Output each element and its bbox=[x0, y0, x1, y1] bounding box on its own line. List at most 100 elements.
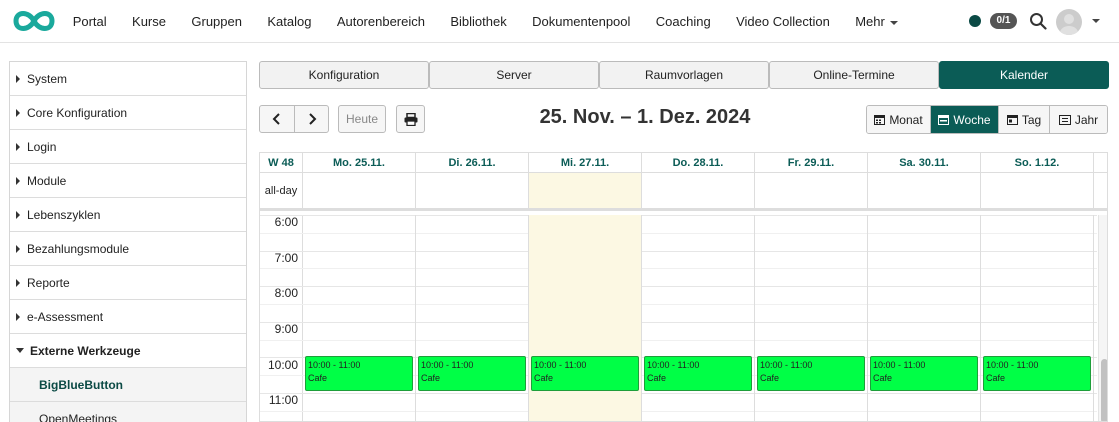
week-calendar: W 48 Mo. 25.11. Di. 26.11. Mi. 27.11. Do… bbox=[259, 152, 1108, 422]
chevron-right-icon bbox=[308, 113, 316, 125]
tab-online-termine[interactable]: Online-Termine bbox=[769, 61, 939, 89]
sidebar-item-e-assessment[interactable]: e-Assessment bbox=[10, 300, 246, 334]
event-title: Cafe bbox=[986, 373, 1006, 383]
time-label: 10:00 bbox=[267, 358, 298, 372]
calendar-event[interactable]: 10:00 - 11:00 Cafe bbox=[870, 356, 978, 391]
time-grid[interactable]: 6:00 7:00 8:00 9:00 10:00 11:00 10:00 - … bbox=[260, 215, 1097, 421]
nav-item-coaching[interactable]: Coaching bbox=[643, 14, 723, 29]
sidebar-item-login[interactable]: Login bbox=[10, 130, 246, 164]
sidebar: System Core Konfiguration Login Module L… bbox=[9, 61, 247, 422]
nav-item-katalog[interactable]: Katalog bbox=[255, 14, 324, 29]
all-day-cell[interactable] bbox=[755, 173, 868, 208]
sidebar-item-lebenszyklen[interactable]: Lebenszyklen bbox=[10, 198, 246, 232]
tab-bar: Konfiguration Server Raumvorlagen Online… bbox=[259, 61, 1109, 89]
view-month-button[interactable]: Monat bbox=[867, 106, 931, 133]
nav-item-kurse[interactable]: Kurse bbox=[119, 14, 178, 29]
print-icon bbox=[404, 112, 417, 126]
time-label: 7:00 bbox=[274, 251, 298, 265]
view-year-label: Jahr bbox=[1074, 112, 1099, 127]
all-day-cell[interactable] bbox=[868, 173, 981, 208]
event-time: 10:00 - 11:00 bbox=[534, 360, 587, 370]
sidebar-item-bezahlungsmodule[interactable]: Bezahlungsmodule bbox=[10, 232, 246, 266]
main-nav: Portal Kurse Gruppen Katalog Autorenbere… bbox=[60, 0, 911, 43]
day-header-thu[interactable]: Do. 28.11. bbox=[642, 153, 755, 172]
day-header-mon[interactable]: Mo. 25.11. bbox=[303, 153, 416, 172]
nav-item-more[interactable]: Mehr bbox=[843, 14, 911, 29]
status-dot-icon bbox=[969, 15, 981, 27]
today-button[interactable]: Heute bbox=[338, 105, 386, 133]
caret-right-icon bbox=[16, 176, 20, 185]
tab-server[interactable]: Server bbox=[429, 61, 599, 89]
tab-raumvorlagen[interactable]: Raumvorlagen bbox=[599, 61, 769, 89]
scrollbar-thumb[interactable] bbox=[1101, 359, 1107, 421]
day-header-sun[interactable]: So. 1.12. bbox=[981, 153, 1094, 172]
nav-item-bibliothek[interactable]: Bibliothek bbox=[438, 14, 520, 29]
all-day-cell-today[interactable] bbox=[529, 173, 642, 208]
event-time: 10:00 - 11:00 bbox=[760, 360, 813, 370]
calendar-month-icon bbox=[874, 115, 886, 125]
day-header-wed[interactable]: Mi. 27.11. bbox=[529, 153, 642, 172]
sidebar-item-label: Bezahlungsmodule bbox=[27, 241, 130, 256]
all-day-cell[interactable] bbox=[416, 173, 529, 208]
sidebar-item-system[interactable]: System bbox=[10, 62, 246, 96]
event-title: Cafe bbox=[760, 373, 780, 383]
vertical-scrollbar[interactable] bbox=[1098, 215, 1107, 421]
previous-button[interactable] bbox=[259, 105, 295, 133]
all-day-row: all-day bbox=[260, 173, 1107, 211]
event-time: 10:00 - 11:00 bbox=[308, 360, 361, 370]
caret-right-icon bbox=[16, 312, 20, 321]
view-year-button[interactable]: Jahr bbox=[1050, 106, 1107, 133]
logo-icon[interactable] bbox=[12, 7, 56, 35]
view-day-button[interactable]: Tag bbox=[999, 106, 1050, 133]
tab-kalender[interactable]: Kalender bbox=[939, 61, 1109, 89]
sidebar-item-externe-werkzeuge[interactable]: Externe Werkzeuge bbox=[10, 334, 246, 368]
calendar-event[interactable]: 10:00 - 11:00 Cafe bbox=[983, 356, 1091, 391]
tab-konfiguration[interactable]: Konfiguration bbox=[259, 61, 429, 89]
next-button[interactable] bbox=[294, 105, 329, 133]
sidebar-item-core-konfiguration[interactable]: Core Konfiguration bbox=[10, 96, 246, 130]
event-time: 10:00 - 11:00 bbox=[986, 360, 1039, 370]
nav-item-video-collection[interactable]: Video Collection bbox=[723, 14, 842, 29]
nav-item-portal[interactable]: Portal bbox=[60, 14, 119, 29]
nav-item-autorenbereich[interactable]: Autorenbereich bbox=[324, 14, 438, 29]
caret-right-icon bbox=[16, 108, 20, 117]
event-time: 10:00 - 11:00 bbox=[421, 360, 474, 370]
time-label: 9:00 bbox=[274, 322, 298, 336]
view-switcher: Monat Woche Tag Jahr bbox=[866, 105, 1108, 134]
more-label: Mehr bbox=[855, 14, 885, 29]
notification-badge[interactable]: 0/1 bbox=[990, 13, 1017, 29]
avatar-chevron-down-icon[interactable] bbox=[1092, 19, 1100, 23]
calendar-event[interactable]: 10:00 - 11:00 Cafe bbox=[644, 356, 752, 391]
day-header-sat[interactable]: Sa. 30.11. bbox=[868, 153, 981, 172]
calendar-event[interactable]: 10:00 - 11:00 Cafe bbox=[531, 356, 639, 391]
view-week-button[interactable]: Woche bbox=[931, 106, 999, 133]
view-week-label: Woche bbox=[953, 112, 991, 127]
sidebar-item-reporte[interactable]: Reporte bbox=[10, 266, 246, 300]
nav-item-gruppen[interactable]: Gruppen bbox=[179, 14, 255, 29]
event-title: Cafe bbox=[421, 373, 441, 383]
search-icon[interactable] bbox=[1029, 12, 1047, 30]
day-header-fri[interactable]: Fr. 29.11. bbox=[755, 153, 868, 172]
sidebar-item-label: Reporte bbox=[27, 275, 70, 290]
chevron-down-icon bbox=[889, 20, 898, 25]
all-day-cell[interactable] bbox=[981, 173, 1094, 208]
calendar-event[interactable]: 10:00 - 11:00 Cafe bbox=[418, 356, 526, 391]
sidebar-subitem-bigbluebutton[interactable]: BigBlueButton bbox=[10, 368, 246, 402]
sidebar-item-label: System bbox=[27, 71, 68, 86]
all-day-cell[interactable] bbox=[642, 173, 755, 208]
calendar-week-icon bbox=[938, 115, 950, 125]
avatar[interactable] bbox=[1056, 9, 1082, 35]
calendar-event[interactable]: 10:00 - 11:00 Cafe bbox=[757, 356, 865, 391]
day-header-tue[interactable]: Di. 26.11. bbox=[416, 153, 529, 172]
event-title: Cafe bbox=[534, 373, 554, 383]
sidebar-subitem-openmeetings[interactable]: OpenMeetings bbox=[10, 402, 246, 422]
calendar-event[interactable]: 10:00 - 11:00 Cafe bbox=[305, 356, 413, 391]
event-time: 10:00 - 11:00 bbox=[647, 360, 700, 370]
view-month-label: Monat bbox=[889, 112, 923, 127]
all-day-cell[interactable] bbox=[303, 173, 416, 208]
calendar-day-icon bbox=[1006, 115, 1018, 125]
avatar-icon bbox=[1060, 14, 1078, 35]
sidebar-item-module[interactable]: Module bbox=[10, 164, 246, 198]
print-button[interactable] bbox=[396, 105, 425, 133]
nav-item-dokumentenpool[interactable]: Dokumentenpool bbox=[519, 14, 643, 29]
